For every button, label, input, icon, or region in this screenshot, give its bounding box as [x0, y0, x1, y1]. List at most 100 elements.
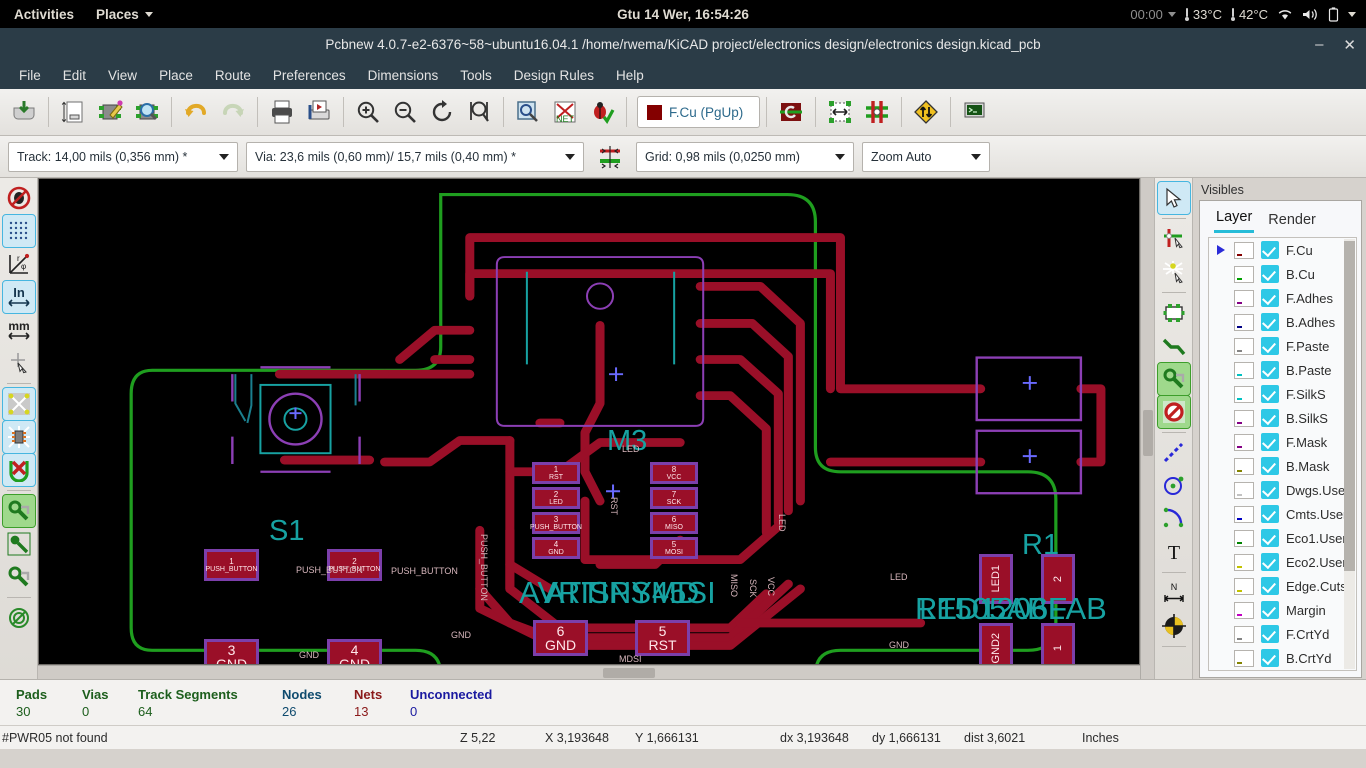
tab-render[interactable]: Render [1266, 209, 1318, 233]
activities-button[interactable]: Activities [0, 7, 86, 22]
layer-visibility-checkbox[interactable] [1261, 505, 1279, 523]
layer-visibility-checkbox[interactable] [1261, 313, 1279, 331]
layer-visibility-checkbox[interactable] [1261, 577, 1279, 595]
layer-color-swatch[interactable] [1234, 385, 1254, 403]
add-footprint-icon[interactable] [1158, 297, 1190, 329]
layer-row-b-silks[interactable]: B.SilkS [1209, 406, 1356, 430]
layer-visibility-checkbox[interactable] [1261, 457, 1279, 475]
volume-icon[interactable] [1302, 8, 1319, 21]
zoom-fit-icon[interactable] [461, 93, 497, 131]
scrollbar-thumb[interactable] [1143, 410, 1153, 456]
layer-row-f-adhes[interactable]: F.Adhes [1209, 286, 1356, 310]
tab-layer[interactable]: Layer [1214, 206, 1255, 233]
layer-color-swatch[interactable] [1234, 289, 1254, 307]
add-line-icon[interactable] [1158, 437, 1190, 469]
layer-row-f-silks[interactable]: F.SilkS [1209, 382, 1356, 406]
layer-color-swatch[interactable] [1234, 409, 1254, 427]
layer-row-b-paste[interactable]: B.Paste [1209, 358, 1356, 382]
redo-icon[interactable] [215, 93, 251, 131]
layer-list[interactable]: F.Cu B.Cu F.Adhes B.Adhes F.Paste B.Paste F.Si… [1208, 237, 1357, 671]
layer-row-f-mask[interactable]: F.Mask [1209, 430, 1356, 454]
layer-visibility-checkbox[interactable] [1261, 433, 1279, 451]
select-cursor-icon[interactable] [1156, 181, 1191, 215]
layer-color-swatch[interactable] [1234, 337, 1254, 355]
layer-row-b-crtyd[interactable]: B.CrtYd [1209, 646, 1356, 670]
layer-color-swatch[interactable] [1234, 433, 1254, 451]
zoom-combo[interactable]: Zoom Auto [862, 141, 990, 172]
pad-m3-5[interactable]: 5 MOSI [650, 537, 698, 559]
menu-route[interactable]: Route [204, 65, 262, 86]
layer-row-cmts-user[interactable]: Cmts.User [1209, 502, 1356, 526]
zone-outline-icon[interactable] [3, 528, 35, 560]
footprint-viewer-icon[interactable] [129, 93, 165, 131]
layer-row-margin[interactable]: Margin [1209, 598, 1356, 622]
layer-color-swatch[interactable] [1234, 313, 1254, 331]
pad-s1-1[interactable]: 1 PUSH_BUTTON [204, 549, 259, 581]
pad-m3-6[interactable]: 6 MISO [650, 512, 698, 534]
layer-visibility-checkbox[interactable] [1261, 625, 1279, 643]
undo-icon[interactable] [178, 93, 214, 131]
mode-footprint-icon[interactable] [822, 93, 858, 131]
netlist-icon[interactable]: NET [547, 93, 583, 131]
layer-color-swatch[interactable] [1234, 553, 1254, 571]
pad-m2-2[interactable]: 2 GND [979, 623, 1013, 664]
layer-color-swatch[interactable] [1234, 529, 1254, 547]
zoom-in-icon[interactable] [350, 93, 386, 131]
polar-coords-icon[interactable]: r φ [3, 248, 35, 280]
wifi-icon[interactable] [1277, 8, 1293, 21]
pad-m3-3[interactable]: 3 PUSH_BUTTON [530, 512, 582, 534]
pad-m1-5[interactable]: 5 RST [635, 620, 690, 656]
pad-m3-8[interactable]: 8 VCC [650, 462, 698, 484]
autoroute-icon[interactable] [908, 93, 944, 131]
layer-color-swatch[interactable] [1234, 457, 1254, 475]
layer-color-swatch[interactable] [1234, 265, 1254, 283]
clock-mini-indicator[interactable]: 00:00 [1130, 7, 1176, 22]
drc-icon[interactable] [584, 93, 620, 131]
layer-selector-combo[interactable]: F.Cu (PgUp) [637, 96, 761, 128]
track-width-combo[interactable]: Track: 14,00 mils (0,356 mm) * [8, 141, 238, 172]
pad-m3-2[interactable]: 2 LED [532, 487, 580, 509]
scrollbar-thumb[interactable] [603, 668, 655, 678]
add-dimension-icon[interactable]: N [1158, 577, 1190, 609]
layer-row-eco1-user[interactable]: Eco1.User [1209, 526, 1356, 550]
menu-edit[interactable]: Edit [52, 65, 97, 86]
layer-visibility-checkbox[interactable] [1261, 289, 1279, 307]
canvas-vertical-scrollbar[interactable] [1140, 178, 1154, 679]
layer-visibility-checkbox[interactable] [1261, 361, 1279, 379]
print-icon[interactable] [264, 93, 300, 131]
add-keepout-icon[interactable] [1156, 395, 1191, 429]
add-arc-icon[interactable] [1158, 503, 1190, 535]
pad-m3-4[interactable]: 4 GND [532, 537, 580, 559]
layer-color-swatch[interactable] [1234, 505, 1254, 523]
add-text-icon[interactable]: T [1158, 536, 1190, 568]
footprint-editor-icon[interactable] [92, 93, 128, 131]
add-track-icon[interactable] [1158, 330, 1190, 362]
footprint-ratsnest-icon[interactable] [1, 420, 36, 454]
highlight-net-icon[interactable] [1158, 223, 1190, 255]
show-ratsnest-icon[interactable] [1, 387, 36, 421]
layer-color-swatch[interactable] [1234, 361, 1254, 379]
pad-m2-1[interactable]: 1 [1041, 623, 1075, 664]
scripting-console-icon[interactable] [957, 93, 993, 131]
pad-m3-7[interactable]: 7 SCK [650, 487, 698, 509]
layer-row-f-cu[interactable]: F.Cu [1209, 238, 1356, 262]
menu-view[interactable]: View [97, 65, 148, 86]
add-zone-icon[interactable] [1156, 362, 1191, 396]
menu-place[interactable]: Place [148, 65, 204, 86]
minimize-button[interactable]: – [1315, 36, 1323, 53]
layer-list-scrollbar[interactable] [1344, 239, 1355, 669]
layer-visibility-checkbox[interactable] [1261, 265, 1279, 283]
set-origin-icon[interactable] [1158, 610, 1190, 642]
high-contrast-icon[interactable] [3, 602, 35, 634]
add-circle-icon[interactable] [1158, 470, 1190, 502]
menu-help[interactable]: Help [605, 65, 655, 86]
layer-row-dwgs-user[interactable]: Dwgs.User [1209, 478, 1356, 502]
menu-design-rules[interactable]: Design Rules [503, 65, 605, 86]
board-setup-icon[interactable] [55, 93, 91, 131]
layer-color-swatch[interactable] [1234, 649, 1254, 667]
auto-delete-track-icon[interactable] [1, 453, 36, 487]
pad-m3-1[interactable]: 1 RST [532, 462, 580, 484]
layer-row-b-mask[interactable]: B.Mask [1209, 454, 1356, 478]
drc-errors-icon[interactable] [3, 182, 35, 214]
layer-visibility-checkbox[interactable] [1261, 337, 1279, 355]
